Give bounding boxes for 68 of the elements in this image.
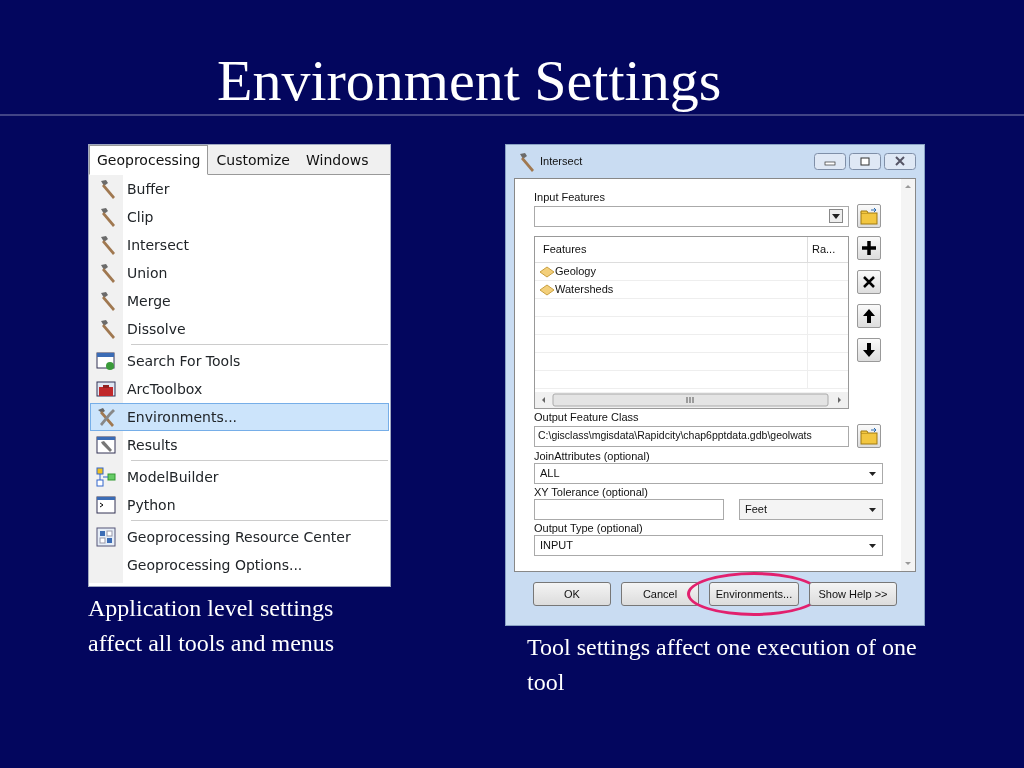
table-cell: Watersheds (539, 281, 614, 298)
dropdown-arrow-icon (868, 506, 877, 513)
dropdown-field[interactable]: ALL (534, 463, 883, 484)
field-value: Feet (745, 502, 767, 518)
dropdown-field[interactable]: Feet (739, 499, 883, 520)
dropdown-arrow-icon (868, 470, 877, 477)
menu-item[interactable]: Merge (90, 287, 389, 315)
caption: Tool settings affect one execution of one tool (527, 633, 917, 697)
menu-tab[interactable]: Customize (208, 145, 298, 175)
horizontal-scrollbar[interactable] (535, 392, 848, 408)
browse-icon (859, 206, 879, 226)
dropdown-arrow-icon (868, 542, 877, 549)
minimize-button[interactable] (814, 153, 846, 170)
field-value: ALL (540, 466, 560, 482)
vertical-scrollbar[interactable] (901, 179, 915, 571)
dialog-button[interactable]: OK (533, 582, 611, 606)
menu-item[interactable]: Clip (90, 203, 389, 231)
menu-item[interactable]: Geoprocessing Options... (90, 551, 389, 579)
caption: Application level settings affect all tools and menus (88, 594, 336, 658)
slide-title: Environment Settings (216, 47, 723, 114)
dialog-button[interactable]: Cancel (621, 582, 699, 606)
table-cell: Geology (539, 263, 596, 280)
menu-item[interactable]: Buffer (90, 175, 389, 203)
field-label: Output Type (optional) (534, 521, 644, 535)
console-icon (95, 494, 117, 516)
column-header: Features (535, 237, 808, 263)
menu-item[interactable]: ModelBuilder (90, 463, 389, 491)
results-window-icon (95, 434, 117, 456)
browse-icon (859, 426, 879, 446)
menu-item[interactable]: Environments... (90, 403, 389, 431)
field-label: JoinAttributes (optional) (534, 449, 651, 463)
field-label: Output Feature Class (534, 410, 640, 424)
close-button[interactable] (884, 153, 916, 170)
move-down-button[interactable] (857, 338, 881, 362)
field-value: INPUT (540, 538, 573, 554)
browse-button[interactable] (857, 204, 881, 228)
dialog-button[interactable]: Environments... (709, 582, 799, 606)
menu-item[interactable]: Intersect (90, 231, 389, 259)
diamond-icon (539, 265, 555, 278)
menu-tab[interactable]: Windows (298, 145, 377, 175)
add-button[interactable] (857, 236, 881, 260)
field-label: Input Features (534, 190, 606, 204)
move-up-button[interactable] (857, 304, 881, 328)
browse-button[interactable] (857, 424, 881, 448)
toolbox-icon (95, 378, 117, 400)
window-title: Intersect (540, 154, 584, 170)
menu-item[interactable]: Search For Tools (90, 347, 389, 375)
text-field[interactable]: C:\gisclass\mgisdata\Rapidcity\chap6pptdata.gdb\geolwats (534, 425, 849, 447)
menu-item[interactable]: Dissolve (90, 315, 389, 343)
dropdown-field[interactable]: INPUT (534, 535, 883, 556)
grid-icon (95, 526, 117, 548)
maximize-button[interactable] (849, 153, 881, 170)
window-icon (95, 350, 117, 372)
field-label: XY Tolerance (optional) (534, 485, 649, 499)
column-header: Ra... (808, 237, 848, 263)
dialog-button[interactable]: Show Help >> (809, 582, 897, 606)
diagram-icon (95, 466, 117, 488)
menu-item[interactable]: Union (90, 259, 389, 287)
menu-item[interactable]: Results (90, 431, 389, 459)
menu-item[interactable]: Python (90, 491, 389, 519)
input-field[interactable] (534, 499, 724, 520)
menu-item[interactable]: ArcToolbox (90, 375, 389, 403)
add-icon (859, 238, 879, 258)
menu-tab[interactable]: Geoprocessing (89, 145, 209, 175)
menu-item[interactable]: Geoprocessing Resource Center (90, 523, 389, 551)
dropdown-field[interactable] (534, 205, 849, 227)
remove-button[interactable] (857, 270, 881, 294)
diamond-icon (539, 283, 555, 296)
